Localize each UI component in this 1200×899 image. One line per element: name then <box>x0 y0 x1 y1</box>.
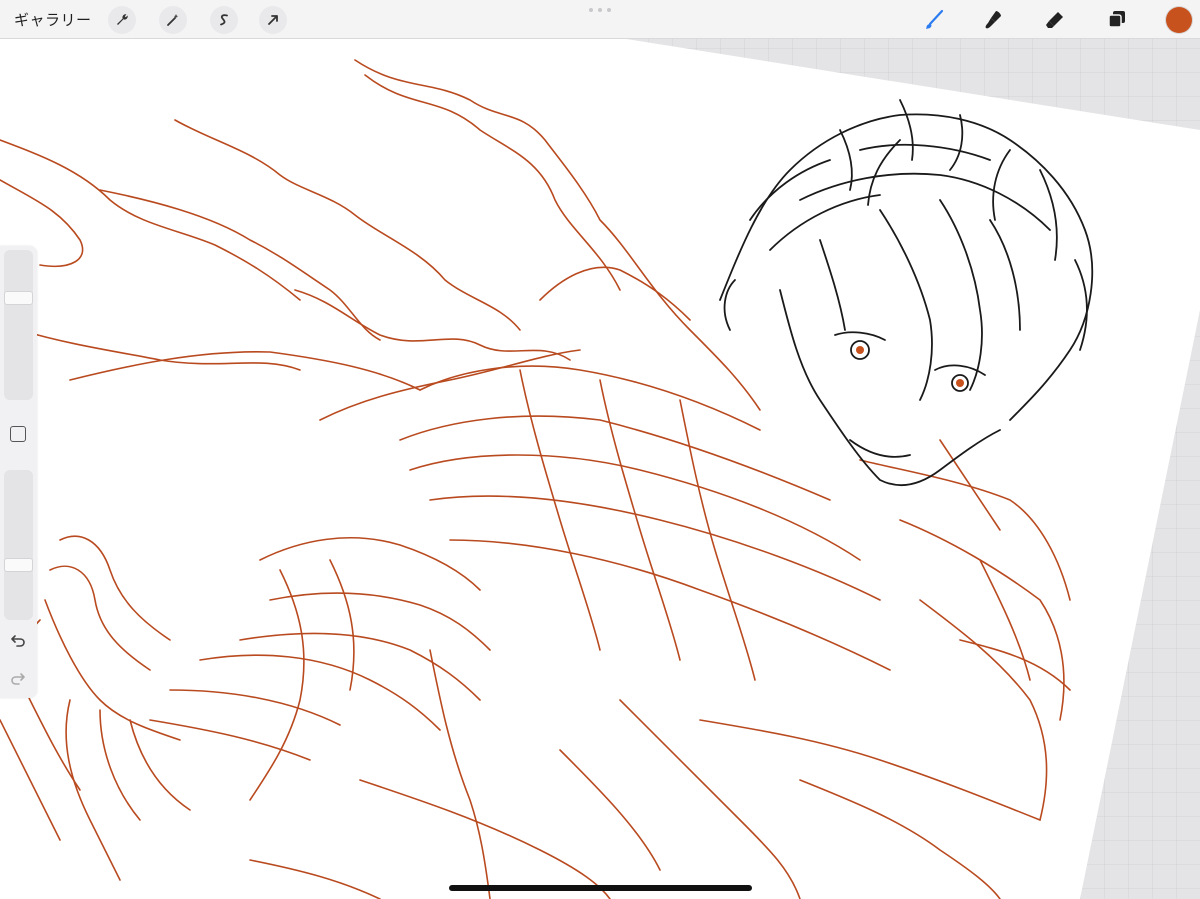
brush-button[interactable] <box>919 5 949 35</box>
eye-left-iris <box>856 346 864 354</box>
canvas-paper <box>0 38 1200 899</box>
drawing-canvas[interactable] <box>0 0 1200 899</box>
arrow-cursor-icon <box>268 15 278 25</box>
magic-wand-icon <box>167 14 179 26</box>
gallery-button[interactable]: ギャラリー <box>14 9 92 30</box>
undo-icon <box>11 635 25 647</box>
home-indicator <box>449 885 752 891</box>
transform-button[interactable] <box>259 6 287 34</box>
opacity-slider-thumb[interactable] <box>4 558 33 572</box>
layers-button[interactable] <box>1102 5 1132 35</box>
left-sidebar <box>0 246 37 698</box>
eraser-icon <box>1046 12 1063 28</box>
smudge-icon <box>985 11 1001 29</box>
undo-button[interactable] <box>9 631 27 649</box>
brush-icon <box>926 9 944 29</box>
redo-icon <box>11 673 25 685</box>
top-toolbar: ギャラリー <box>0 0 1200 39</box>
wrench-icon <box>117 14 128 25</box>
adjustments-button[interactable] <box>159 6 187 34</box>
selection-s-icon <box>220 14 228 26</box>
layers-icon <box>1108 11 1125 28</box>
modify-button[interactable] <box>10 426 26 442</box>
toolbar-grabber[interactable] <box>589 8 611 12</box>
actions-button[interactable] <box>108 6 136 34</box>
color-picker-button[interactable] <box>1166 7 1192 33</box>
smudge-button[interactable] <box>979 5 1009 35</box>
redo-button[interactable] <box>9 669 27 687</box>
opacity-slider[interactable] <box>4 470 33 620</box>
selection-button[interactable] <box>210 6 238 34</box>
eraser-button[interactable] <box>1040 5 1070 35</box>
brush-size-slider-thumb[interactable] <box>4 291 33 305</box>
eye-right-iris <box>956 379 964 387</box>
brush-size-slider[interactable] <box>4 250 33 400</box>
